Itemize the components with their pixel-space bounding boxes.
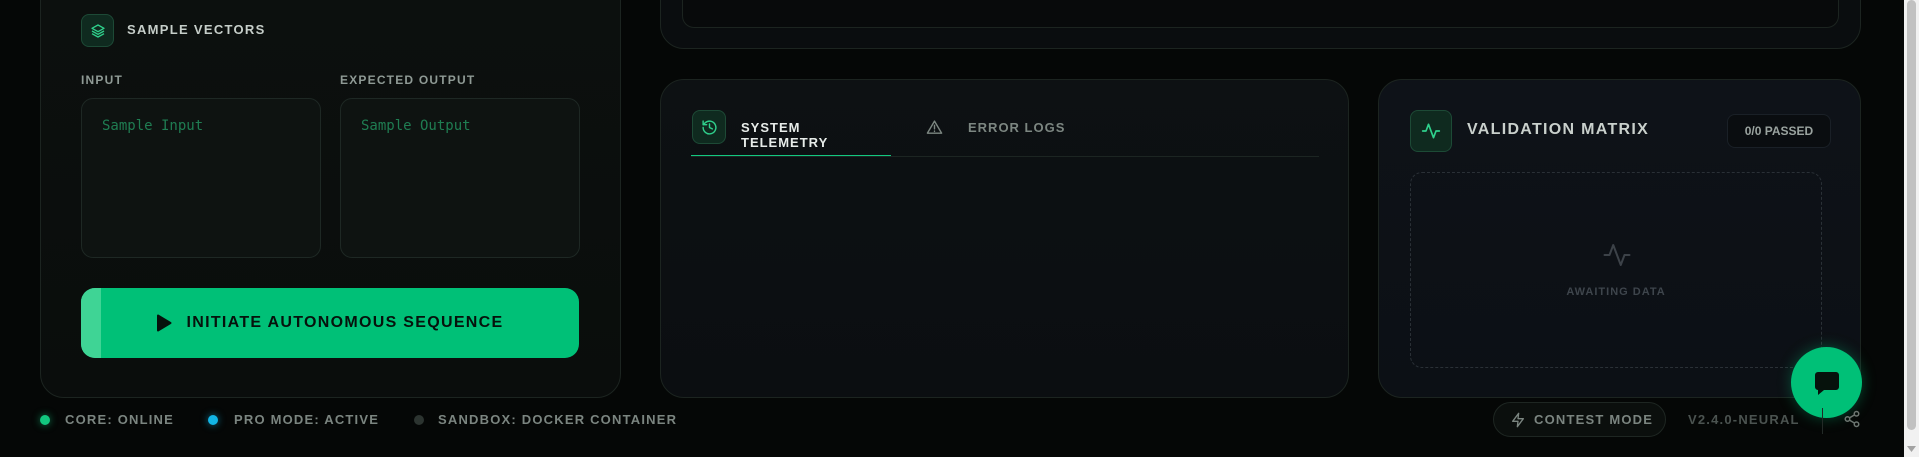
expected-output-label: EXPECTED OUTPUT <box>340 73 476 87</box>
input-label: INPUT <box>81 73 123 87</box>
activity-icon <box>1421 123 1441 139</box>
initiate-sequence-button[interactable]: INITIATE AUTONOMOUS SEQUENCE <box>81 288 579 358</box>
validation-panel: VALIDATION MATRIX 0/0 PASSED AWAITING DA… <box>1378 79 1861 398</box>
history-icon <box>701 119 717 135</box>
share-icon[interactable] <box>1843 410 1861 428</box>
tab-error-logs[interactable]: ERROR LOGS <box>926 110 1076 150</box>
pro-mode-dot <box>208 415 218 425</box>
core-status-text: CORE: ONLINE <box>65 412 175 427</box>
passed-badge: 0/0 PASSED <box>1727 114 1831 148</box>
sample-vectors-title: SAMPLE VECTORS <box>127 22 266 37</box>
tabs-divider <box>691 156 1319 157</box>
core-status-dot <box>40 415 50 425</box>
tab-error-logs-label: ERROR LOGS <box>968 120 1066 135</box>
validation-empty-area: AWAITING DATA <box>1410 172 1822 368</box>
sandbox-text: SANDBOX: DOCKER CONTAINER <box>438 412 678 427</box>
tab-system-telemetry[interactable]: SYSTEM TELEMETRY <box>691 110 891 156</box>
telemetry-panel: SYSTEM TELEMETRY ERROR LOGS <box>660 79 1349 398</box>
warning-icon <box>926 120 943 134</box>
contest-mode-button[interactable]: CONTEST MODE <box>1493 402 1666 437</box>
sample-output-field[interactable] <box>340 98 580 258</box>
scrollbar-thumb[interactable] <box>1907 0 1916 430</box>
pro-mode-text: PRO MODE: ACTIVE <box>234 412 380 427</box>
play-icon <box>157 314 172 332</box>
activity-placeholder-icon <box>1603 244 1631 266</box>
activity-icon-box <box>1410 110 1452 152</box>
button-accent-stripe <box>81 288 101 358</box>
lightning-icon <box>1512 412 1524 428</box>
version-text: V2.4.0-NEURAL <box>1688 412 1800 427</box>
layers-icon <box>90 23 105 38</box>
status-divider <box>1822 408 1823 434</box>
output-panel-content <box>682 0 1839 28</box>
awaiting-data-text: AWAITING DATA <box>1566 286 1666 298</box>
sandbox-dot <box>414 415 424 425</box>
contest-mode-label: CONTEST MODE <box>1534 412 1654 427</box>
tab-system-telemetry-label: SYSTEM TELEMETRY <box>741 120 829 150</box>
history-icon-box <box>692 110 726 144</box>
scroll-down-arrow-icon[interactable] <box>1904 443 1919 455</box>
layers-icon-box <box>81 14 114 47</box>
status-bar: CORE: ONLINE PRO MODE: ACTIVE SANDBOX: D… <box>0 400 1904 457</box>
sample-input-field[interactable] <box>81 98 321 258</box>
validation-title: VALIDATION MATRIX <box>1467 121 1650 138</box>
chat-icon <box>1814 371 1839 395</box>
initiate-sequence-label: INITIATE AUTONOMOUS SEQUENCE <box>186 314 504 331</box>
scrollbar[interactable] <box>1904 0 1919 457</box>
output-panel <box>660 0 1861 49</box>
